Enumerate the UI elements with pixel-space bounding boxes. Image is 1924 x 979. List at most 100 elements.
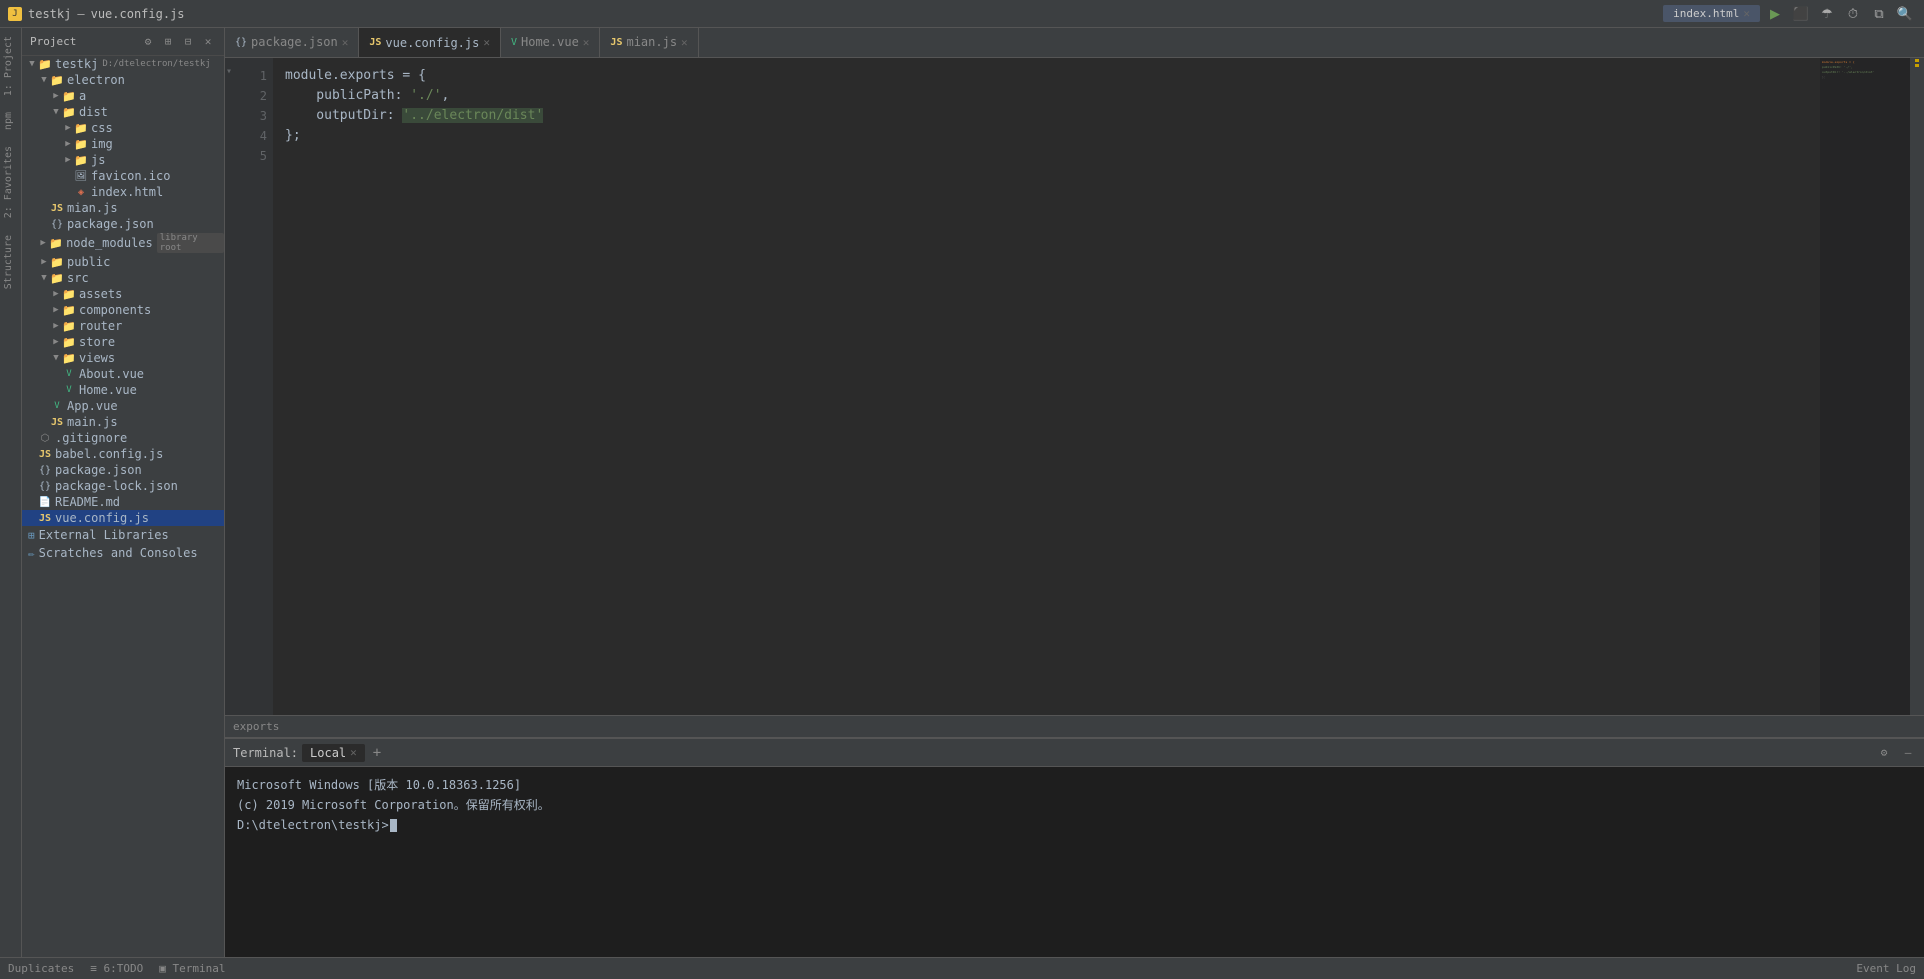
tree-item-views[interactable]: ▼ 📁 views <box>22 350 224 366</box>
tree-item-vue-config[interactable]: JS vue.config.js <box>22 510 224 526</box>
status-event-log[interactable]: Event Log <box>1856 962 1916 975</box>
tree-item-dist[interactable]: ▼ 📁 dist <box>22 104 224 120</box>
node-modules-label: node_modules <box>66 236 153 250</box>
search-button[interactable]: 🔍 <box>1894 3 1916 25</box>
right-scrollbar[interactable] <box>1910 58 1924 715</box>
status-terminal[interactable]: ▣ Terminal <box>159 962 225 975</box>
terminal-tabs: Terminal: Local ✕ + ⚙ — <box>225 739 1924 767</box>
restore-button[interactable]: ⧉ <box>1868 3 1890 25</box>
tab-home-vue[interactable]: V Home.vue ✕ <box>501 28 600 57</box>
fold-indicator-1[interactable]: ▾ <box>225 66 233 86</box>
tree-item-mian-js[interactable]: JS mian.js <box>22 200 224 216</box>
public-folder-icon: 📁 <box>50 255 64 269</box>
line-numbers: 1 2 3 4 5 <box>233 58 273 715</box>
left-panel-structure[interactable]: Structure <box>0 227 21 297</box>
assets-label: assets <box>79 287 122 301</box>
tree-item-store[interactable]: ▶ 📁 store <box>22 334 224 350</box>
tree-item-main-js[interactable]: JS main.js <box>22 414 224 430</box>
tree-item-babel[interactable]: JS babel.config.js <box>22 446 224 462</box>
img-folder-icon: 📁 <box>74 137 88 151</box>
code-content[interactable]: module.exports = { publicPath: './', out… <box>273 58 1820 715</box>
sidebar-collapse-icon[interactable]: ⊟ <box>180 34 196 50</box>
tree-item-home-vue[interactable]: V Home.vue <box>22 382 224 398</box>
tree-item-a[interactable]: ▶ 📁 a <box>22 88 224 104</box>
minimap-line-4: }; <box>1822 75 1908 80</box>
app-vue-label: App.vue <box>67 399 118 413</box>
src-label: src <box>67 271 89 285</box>
tree-item-app-vue[interactable]: V App.vue <box>22 398 224 414</box>
code-line-3: outputDir: '../electron/dist' <box>285 106 1808 126</box>
mian-js-label: mian.js <box>67 201 118 215</box>
tab-package-json-close[interactable]: ✕ <box>342 36 349 49</box>
status-todo[interactable]: ≡ 6:TODO <box>90 962 143 975</box>
gutter: ▾ <box>225 58 233 715</box>
sidebar-expand-icon[interactable]: ⊞ <box>160 34 176 50</box>
scratches-icon: ✏ <box>28 547 35 560</box>
tree-item-components[interactable]: ▶ 📁 components <box>22 302 224 318</box>
tree-root-label: testkj <box>55 57 98 71</box>
components-folder-icon: 📁 <box>62 303 76 317</box>
tree-item-electron[interactable]: ▼ 📁 electron <box>22 72 224 88</box>
scratches-and-consoles[interactable]: ✏ Scratches and Consoles <box>22 544 224 562</box>
babel-icon: JS <box>38 447 52 461</box>
favicon-file-icon: 🖼 <box>74 169 88 183</box>
tree-item-about-vue[interactable]: V About.vue <box>22 366 224 382</box>
tab-vue-config-label: vue.config.js <box>385 36 479 50</box>
terminal-body[interactable]: Microsoft Windows [版本 10.0.18363.1256] (… <box>225 767 1924 957</box>
terminal-minimize-icon[interactable]: — <box>1900 745 1916 761</box>
tree-item-pkg-lock[interactable]: {} package-lock.json <box>22 478 224 494</box>
title-tab-label: index.html <box>1673 7 1739 20</box>
dist-folder-icon: 📁 <box>62 105 76 119</box>
tree-item-node-modules[interactable]: ▶ 📁 node_modules library root <box>22 232 224 254</box>
sidebar-close-icon[interactable]: ✕ <box>200 34 216 50</box>
title-tab[interactable]: index.html ✕ <box>1663 5 1760 22</box>
debug-button[interactable]: ⬛ <box>1790 3 1812 25</box>
tree-item-index-html[interactable]: ◈ index.html <box>22 184 224 200</box>
views-label: views <box>79 351 115 365</box>
coverage-button[interactable]: ☂ <box>1816 3 1838 25</box>
tree-item-css[interactable]: ▶ 📁 css <box>22 120 224 136</box>
left-panel-favorites[interactable]: 2: Favorites <box>0 138 21 226</box>
status-duplicates[interactable]: Duplicates <box>8 962 74 975</box>
tree-item-readme[interactable]: 📄 README.md <box>22 494 224 510</box>
tree-item-pkg-root[interactable]: {} package.json <box>22 462 224 478</box>
left-panel-npm[interactable]: npm <box>0 104 21 138</box>
run-button[interactable]: ▶ <box>1764 3 1786 25</box>
terminal-add-button[interactable]: + <box>369 745 385 761</box>
file-name: vue.config.js <box>91 7 185 21</box>
index-html-label: index.html <box>91 185 163 199</box>
tab-mian-js[interactable]: JS mian.js ✕ <box>600 28 698 57</box>
title-tab-close[interactable]: ✕ <box>1743 7 1750 20</box>
tree-item-favicon[interactable]: 🖼 favicon.ico <box>22 168 224 184</box>
left-panel-project[interactable]: 1: Project <box>0 28 21 104</box>
sidebar-header-title: Project <box>30 35 140 48</box>
tree-item-gitignore[interactable]: ⬡ .gitignore <box>22 430 224 446</box>
tree-item-src[interactable]: ▼ 📁 src <box>22 270 224 286</box>
tree-item-pkg-electron[interactable]: {} package.json <box>22 216 224 232</box>
profile-button[interactable]: ⏱ <box>1842 3 1864 25</box>
tab-mian-js-close[interactable]: ✕ <box>681 36 688 49</box>
tree-item-router[interactable]: ▶ 📁 router <box>22 318 224 334</box>
tab-vue-config-js[interactable]: JS vue.config.js ✕ <box>359 28 501 57</box>
terminal-settings-icon[interactable]: ⚙ <box>1876 745 1892 761</box>
electron-folder-icon: 📁 <box>50 73 64 87</box>
tab-package-json[interactable]: {} package.json ✕ <box>225 28 359 57</box>
tab-home-vue-close[interactable]: ✕ <box>583 36 590 49</box>
terminal-tab-local[interactable]: Local ✕ <box>302 744 365 762</box>
external-libraries[interactable]: ⊞ External Libraries <box>22 526 224 544</box>
tree-item-assets[interactable]: ▶ 📁 assets <box>22 286 224 302</box>
public-label: public <box>67 255 110 269</box>
sidebar-settings-icon[interactable]: ⚙ <box>140 34 156 50</box>
library-root-badge: library root <box>157 233 224 253</box>
tree-root[interactable]: ▼ 📁 testkj D:/dtelectron/testkj <box>22 56 224 72</box>
store-label: store <box>79 335 115 349</box>
title-bar-right: index.html ✕ ▶ ⬛ ☂ ⏱ ⧉ 🔍 <box>1663 3 1916 25</box>
tree-item-js-folder[interactable]: ▶ 📁 js <box>22 152 224 168</box>
tree-item-public[interactable]: ▶ 📁 public <box>22 254 224 270</box>
tab-vue-config-close[interactable]: ✕ <box>483 36 490 49</box>
tree-item-img[interactable]: ▶ 📁 img <box>22 136 224 152</box>
window-title: testkj <box>28 7 71 21</box>
pkg-lock-label: package-lock.json <box>55 479 178 493</box>
vue-config-label: vue.config.js <box>55 511 149 525</box>
terminal-tab-local-close[interactable]: ✕ <box>350 746 357 759</box>
